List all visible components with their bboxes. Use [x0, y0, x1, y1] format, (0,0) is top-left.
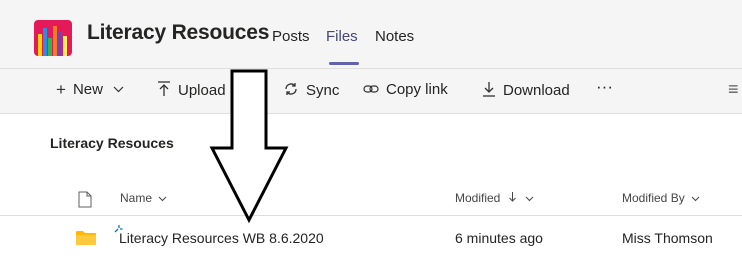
tab-files[interactable]: Files: [326, 28, 358, 45]
folder-icon: [76, 231, 96, 245]
active-tab-indicator: [329, 62, 359, 65]
chevron-down-icon: [159, 196, 167, 202]
tab-notes[interactable]: Notes: [375, 28, 414, 45]
command-bar: + New Upload Sync Copy link Download ···…: [0, 69, 742, 114]
upload-icon: [157, 81, 171, 100]
modified-by-column-label: Modified By: [622, 191, 685, 205]
new-button[interactable]: + New: [56, 81, 124, 98]
tab-posts[interactable]: Posts: [272, 28, 310, 45]
sync-label: Sync: [306, 82, 340, 99]
sync-icon: [283, 81, 299, 100]
link-icon: [363, 81, 379, 98]
file-list-header: Name Modified Modified By: [0, 185, 742, 216]
chevron-down-icon: [525, 196, 534, 202]
breadcrumb[interactable]: Literacy Resouces: [50, 135, 174, 151]
file-name[interactable]: Literacy Resources WB 8.6.2020: [119, 230, 324, 246]
download-button[interactable]: Download: [482, 81, 570, 100]
view-options-icon[interactable]: ≡: [728, 79, 739, 100]
chevron-down-icon: [113, 84, 124, 96]
table-row[interactable]: Literacy Resources WB 8.6.2020 6 minutes…: [0, 216, 742, 260]
team-logo-icon: [34, 20, 72, 56]
sync-button[interactable]: Sync: [283, 81, 339, 100]
team-name: Literacy Resouces: [87, 21, 270, 44]
copy-link-label: Copy link: [386, 81, 448, 98]
modified-time: 6 minutes ago: [455, 230, 543, 246]
modified-by: Miss Thomson: [622, 230, 713, 246]
modified-column-header[interactable]: Modified: [455, 191, 534, 205]
modified-column-label: Modified: [455, 191, 501, 205]
new-label: New: [72, 81, 103, 98]
upload-button[interactable]: Upload: [157, 81, 226, 100]
channel-header: Literacy Resouces Posts Files Notes: [0, 0, 742, 69]
modified-by-column-header[interactable]: Modified By: [622, 191, 700, 205]
copy-link-button[interactable]: Copy link: [363, 81, 448, 98]
upload-label: Upload: [178, 82, 226, 99]
download-label: Download: [503, 82, 570, 99]
file-type-icon: [78, 191, 92, 213]
name-column-label: Name: [120, 191, 153, 205]
plus-icon: +: [56, 80, 66, 99]
more-actions-icon[interactable]: ···: [596, 77, 613, 97]
chevron-down-icon: [691, 196, 700, 202]
name-column-header[interactable]: Name: [120, 191, 167, 205]
sort-arrow-down-icon: [508, 192, 516, 202]
download-icon: [482, 81, 496, 100]
